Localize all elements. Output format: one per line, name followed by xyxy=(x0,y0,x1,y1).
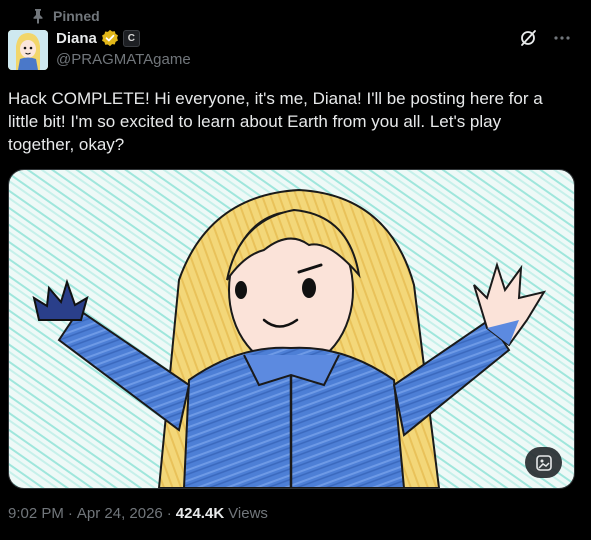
pinned-indicator: Pinned xyxy=(31,6,100,26)
pin-icon xyxy=(33,9,43,24)
avatar[interactable] xyxy=(8,30,48,70)
affiliate-badge[interactable]: C xyxy=(122,29,140,47)
verified-gold-badge-icon[interactable] xyxy=(101,29,119,47)
author-handle[interactable]: @PRAGMATAgame xyxy=(56,51,191,68)
tweet-text: Hack COMPLETE! Hi everyone, it's me, Dia… xyxy=(8,89,543,154)
pinned-label: Pinned xyxy=(53,8,100,24)
grok-icon[interactable] xyxy=(519,29,537,47)
alt-text-icon xyxy=(535,454,552,471)
display-name[interactable]: Diana xyxy=(56,30,97,47)
views-label: Views xyxy=(228,505,268,522)
tweet-time[interactable]: 9:02 PM xyxy=(8,505,64,522)
alt-text-button[interactable] xyxy=(525,447,562,478)
tweet-meta: 9:02 PM · Apr 24, 2026 · 424.4K Views xyxy=(8,505,268,522)
more-icon[interactable] xyxy=(553,29,571,47)
tweet-date[interactable]: Apr 24, 2026 xyxy=(77,505,163,522)
tweet-image[interactable] xyxy=(8,169,575,489)
author-name-row[interactable]: Diana C xyxy=(56,29,140,47)
views-count[interactable]: 424.4K xyxy=(176,505,224,522)
meta-separator: · xyxy=(166,505,172,522)
meta-separator: · xyxy=(67,505,73,522)
